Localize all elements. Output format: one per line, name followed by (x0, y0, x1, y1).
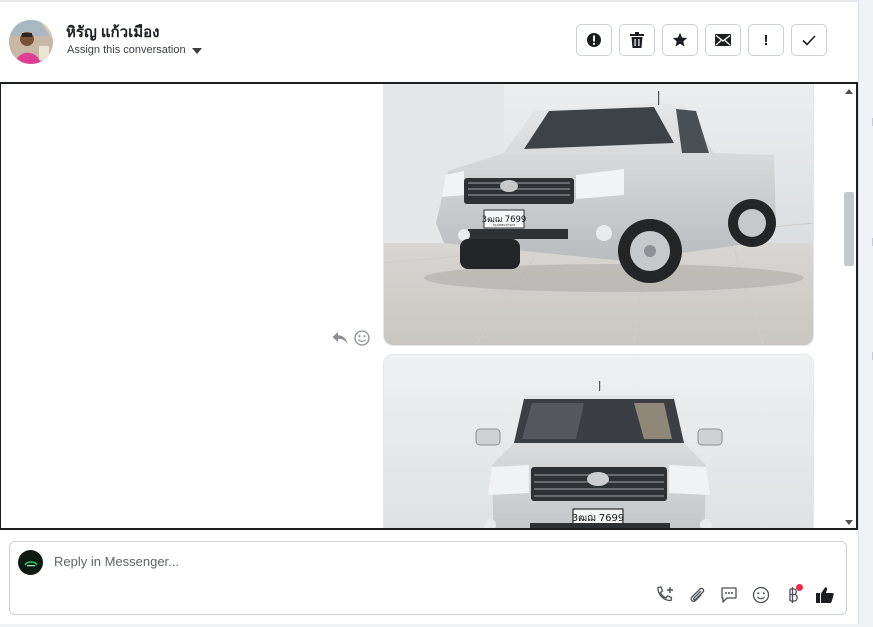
send-like-button[interactable] (814, 584, 836, 606)
car-photo-attachment[interactable]: 3ฒฌ 7699 กรุงเทพมหานคร (383, 84, 814, 346)
thumbs-up-icon (816, 587, 834, 603)
mark-unread-button[interactable] (705, 24, 741, 56)
notification-dot (796, 584, 803, 591)
message-thread[interactable]: 3ฒฌ 7699 กรุงเทพมหานคร 3ฒฌ 7699 กรุงเทพม… (0, 82, 858, 530)
scrollbar-thumb[interactable] (844, 192, 854, 266)
page-logo-icon (23, 560, 38, 566)
call-add-button[interactable] (654, 584, 676, 606)
envelope-icon (715, 34, 731, 46)
emoji-icon[interactable] (354, 330, 370, 346)
paperclip-icon (690, 587, 705, 602)
car-photo-attachment[interactable]: 3ฒฌ 7699 กรุงเทพมหานคร (383, 354, 814, 528)
alert-circle-icon (587, 33, 601, 47)
exclamation-icon: ! (763, 31, 769, 49)
star-button[interactable] (662, 24, 698, 56)
attach-file-button[interactable] (686, 584, 708, 606)
window-edge (858, 0, 873, 627)
saved-replies-icon (721, 587, 737, 603)
thread-scrollbar[interactable] (841, 84, 856, 528)
assign-label: Assign this conversation (67, 44, 186, 56)
scroll-up-arrow-icon[interactable] (845, 89, 853, 94)
reply-input[interactable] (54, 554, 614, 569)
reply-icon[interactable] (332, 331, 348, 345)
check-icon (802, 34, 816, 46)
avatar[interactable] (9, 20, 53, 64)
trash-icon (630, 32, 644, 48)
mark-done-button[interactable] (791, 24, 827, 56)
caret-down-icon (191, 47, 202, 54)
emoji-icon (752, 586, 770, 604)
reply-composer (9, 541, 847, 615)
scroll-down-arrow-icon[interactable] (845, 520, 853, 525)
star-icon (672, 32, 688, 47)
payment-button[interactable] (782, 584, 804, 606)
pickup-truck-front-image: 3ฒฌ 7699กรุงเทพมหานคร (384, 355, 813, 528)
delete-button[interactable] (619, 24, 655, 56)
contact-name: หิรัญ แก้วเมือง (66, 24, 160, 41)
saved-replies-button[interactable] (718, 584, 740, 606)
message-tools (332, 330, 370, 346)
follow-up-button[interactable]: ! (748, 24, 784, 56)
assign-conversation-dropdown[interactable]: Assign this conversation (67, 44, 202, 56)
avatar-photo (9, 20, 53, 64)
header-actions: ! (576, 24, 827, 56)
call-add-icon (657, 586, 673, 602)
emoji-button[interactable] (750, 584, 772, 606)
conversation-header: หิรัญ แก้วเมือง Assign this conversation (0, 2, 858, 82)
page-avatar (18, 550, 43, 575)
mark-spam-button[interactable] (576, 24, 612, 56)
pickup-truck-three-quarter-image: 3ฒฌ 7699กรุงเทพมหานคร (384, 84, 813, 345)
composer-tools (654, 584, 836, 606)
